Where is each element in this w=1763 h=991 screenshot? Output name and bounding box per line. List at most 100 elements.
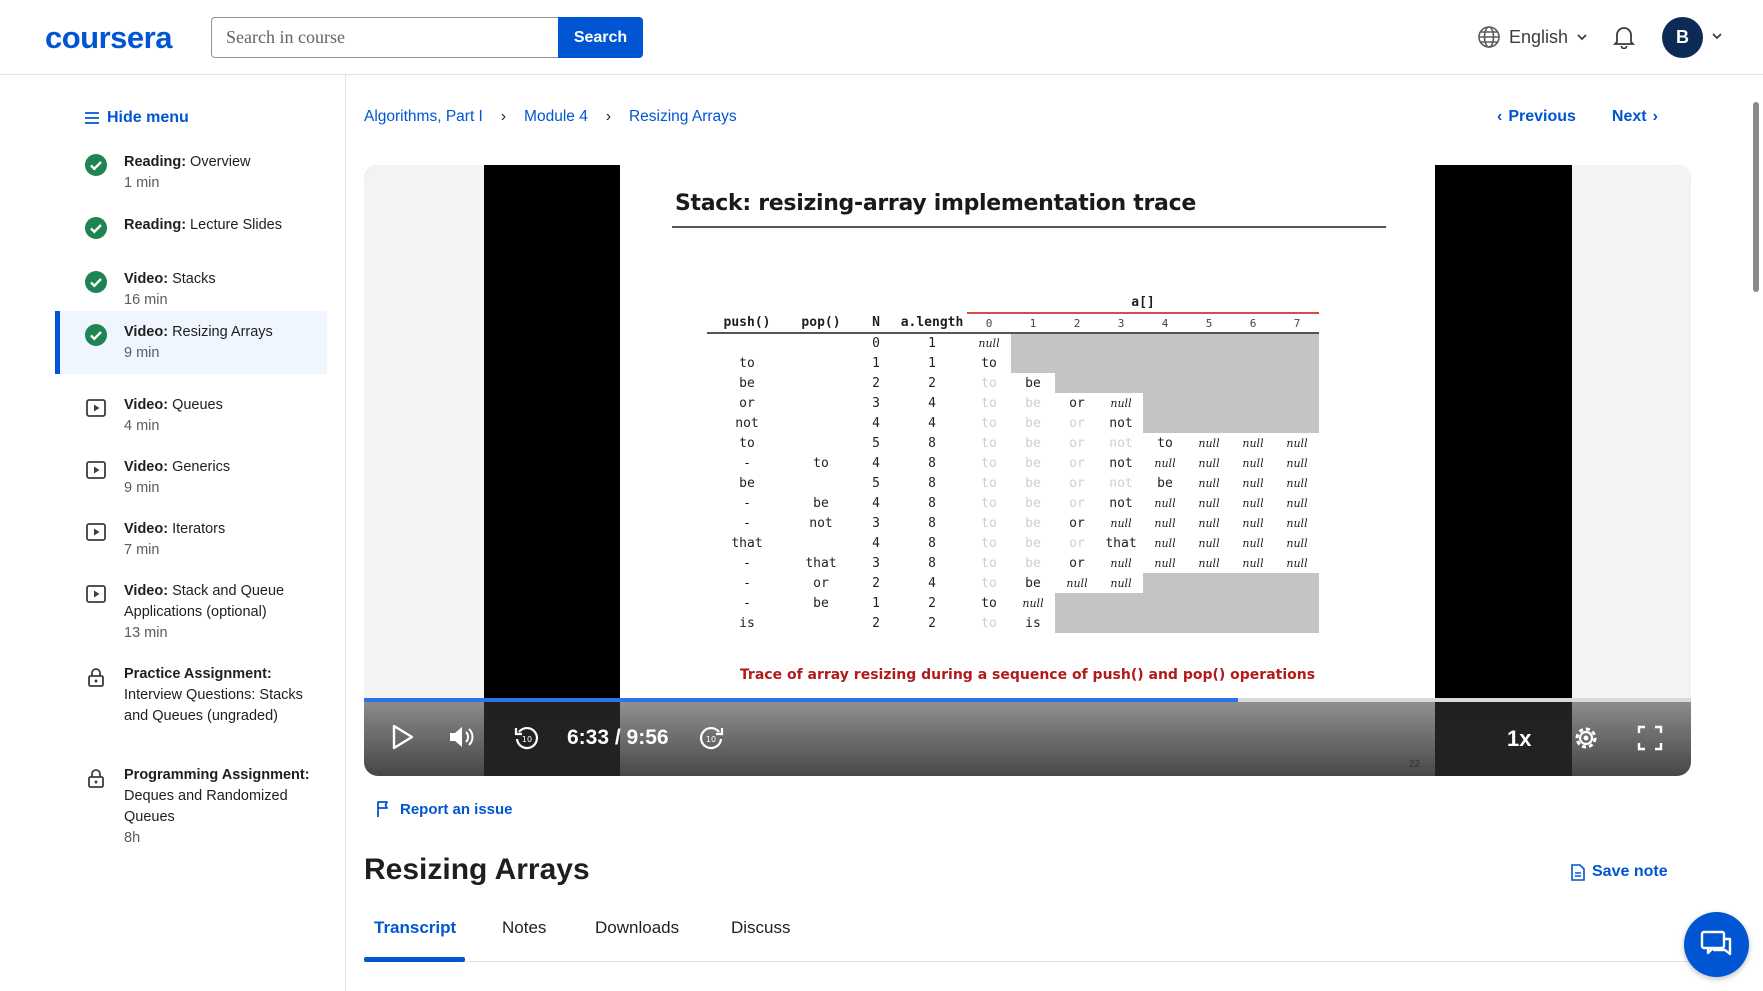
array-cell: null	[1110, 516, 1132, 530]
array-cell	[1231, 593, 1275, 613]
breadcrumb-item[interactable]: Resizing Arrays	[629, 108, 737, 126]
avatar[interactable]: B	[1662, 17, 1703, 58]
svg-text:10: 10	[522, 735, 532, 744]
sidebar-item[interactable]: Video: Queues 4 min	[55, 395, 327, 445]
next-label: Next	[1611, 108, 1647, 125]
array-cell: null	[1110, 576, 1132, 590]
array-cell: be	[1025, 515, 1041, 531]
language-label: English	[1509, 26, 1569, 47]
sidebar-item[interactable]: Video: Resizing Arrays 9 min	[55, 311, 327, 374]
check-circle-icon	[85, 154, 107, 176]
sidebar-item[interactable]: Reading: Lecture Slides	[55, 215, 327, 265]
array-cell: null	[1242, 556, 1264, 570]
array-cell: or	[1069, 435, 1085, 451]
array-cell: null	[1110, 556, 1132, 570]
bell-icon	[1612, 27, 1636, 50]
array-cell: null	[1286, 436, 1308, 450]
table-cell: 1	[872, 355, 880, 371]
next-button[interactable]: Next ›	[1612, 108, 1658, 126]
item-type: Reading:	[124, 217, 187, 233]
index-header: 7	[1293, 316, 1301, 330]
table-cell: or	[739, 395, 755, 411]
item-navigation: ‹ Previous Next ›	[1497, 108, 1658, 126]
array-cell: or	[1069, 415, 1085, 431]
array-cell: to	[981, 375, 997, 391]
table-cell	[787, 353, 855, 373]
volume-icon[interactable]	[448, 724, 476, 750]
lock-icon	[88, 668, 104, 687]
search-button[interactable]: Search	[558, 17, 643, 58]
video-player[interactable]: Stack: resizing-array implementation tra…	[364, 165, 1691, 776]
sidebar-item-label: Video: Iterators 7 min	[124, 519, 324, 561]
table-row: - to 4 8 to be or not null null null null	[707, 453, 1319, 473]
chat-button[interactable]	[1684, 912, 1749, 977]
table-cell: 8	[928, 495, 936, 511]
array-cell: to	[981, 495, 997, 511]
array-cell	[1231, 613, 1275, 633]
table-row: to 5 8 to be or not to null null null	[707, 433, 1319, 453]
array-cell	[1275, 413, 1319, 433]
breadcrumb-course[interactable]: Algorithms, Part I	[364, 108, 483, 126]
hide-menu-button[interactable]: Hide menu	[85, 109, 189, 127]
save-note-button[interactable]: Save note	[1571, 863, 1668, 881]
array-cell	[1187, 613, 1231, 633]
array-cell	[1143, 393, 1187, 413]
array-cell	[1143, 413, 1187, 433]
array-cell	[1143, 573, 1187, 593]
fullscreen-icon[interactable]	[1636, 724, 1664, 752]
array-cell: null	[1154, 496, 1176, 510]
sidebar-item[interactable]: Programming Assignment: Deques and Rando…	[55, 765, 327, 846]
header-spacer	[897, 293, 967, 313]
coursera-logo[interactable]: coursera	[45, 20, 172, 56]
table-cell: 0	[872, 336, 880, 351]
array-cell	[1055, 333, 1099, 353]
report-issue-link[interactable]: Report an issue	[376, 800, 513, 818]
sidebar-item[interactable]: Practice Assignment: Interview Questions…	[55, 664, 327, 724]
tab-transcript[interactable]: Transcript	[374, 918, 456, 938]
array-cell: or	[1069, 495, 1085, 511]
array-cell	[1099, 373, 1143, 393]
check-circle-icon	[85, 271, 107, 293]
sidebar-item[interactable]: Video: Generics 9 min	[55, 457, 327, 507]
sidebar-item-label: Video: Generics 9 min	[124, 457, 324, 499]
item-duration: 9 min	[124, 480, 160, 496]
array-cell: be	[1025, 395, 1041, 411]
table-cell: -	[743, 515, 751, 531]
previous-button[interactable]: ‹ Previous	[1497, 108, 1576, 126]
tab-downloads[interactable]: Downloads	[595, 918, 679, 938]
array-cell	[1055, 613, 1099, 633]
notifications-button[interactable]	[1612, 25, 1636, 54]
page-scrollbar[interactable]	[1748, 80, 1763, 991]
scrollbar-thumb[interactable]	[1753, 102, 1759, 292]
language-selector[interactable]: English	[1477, 25, 1588, 49]
table-cell: 2	[872, 615, 880, 631]
rewind-10-icon[interactable]: 10	[513, 724, 541, 752]
tab-notes[interactable]: Notes	[502, 918, 546, 938]
table-row: is 2 2 to is	[707, 613, 1319, 633]
table-cell: or	[813, 575, 829, 591]
array-cell: null	[1242, 516, 1264, 530]
chevron-right-icon: ›	[500, 108, 507, 125]
header-spacer	[787, 293, 855, 313]
array-cell: null	[1286, 476, 1308, 490]
forward-10-icon[interactable]: 10	[697, 724, 725, 752]
table-row: - that 3 8 to be or null null null null null	[707, 553, 1319, 573]
tab-discuss[interactable]: Discuss	[731, 918, 791, 938]
table-cell: 8	[928, 555, 936, 571]
sidebar-item[interactable]: Video: Stack and Queue Applications (opt…	[55, 581, 327, 641]
item-duration: 1 min	[124, 175, 160, 191]
chevron-down-icon[interactable]	[1711, 30, 1723, 42]
sidebar-item[interactable]: Reading: Overview 1 min	[55, 152, 327, 202]
search-input[interactable]	[211, 17, 558, 58]
table-cell: be	[813, 495, 829, 511]
breadcrumb-module[interactable]: Module 4	[524, 108, 588, 126]
playback-speed[interactable]: 1x	[1507, 726, 1531, 752]
item-duration: 13 min	[124, 625, 168, 641]
gear-icon[interactable]	[1572, 724, 1600, 752]
item-duration: 4 min	[124, 418, 160, 434]
array-cell	[1187, 593, 1231, 613]
item-type: Video:	[124, 271, 169, 287]
play-icon[interactable]	[390, 724, 414, 750]
check-circle-icon	[85, 324, 107, 346]
sidebar-item[interactable]: Video: Iterators 7 min	[55, 519, 327, 569]
